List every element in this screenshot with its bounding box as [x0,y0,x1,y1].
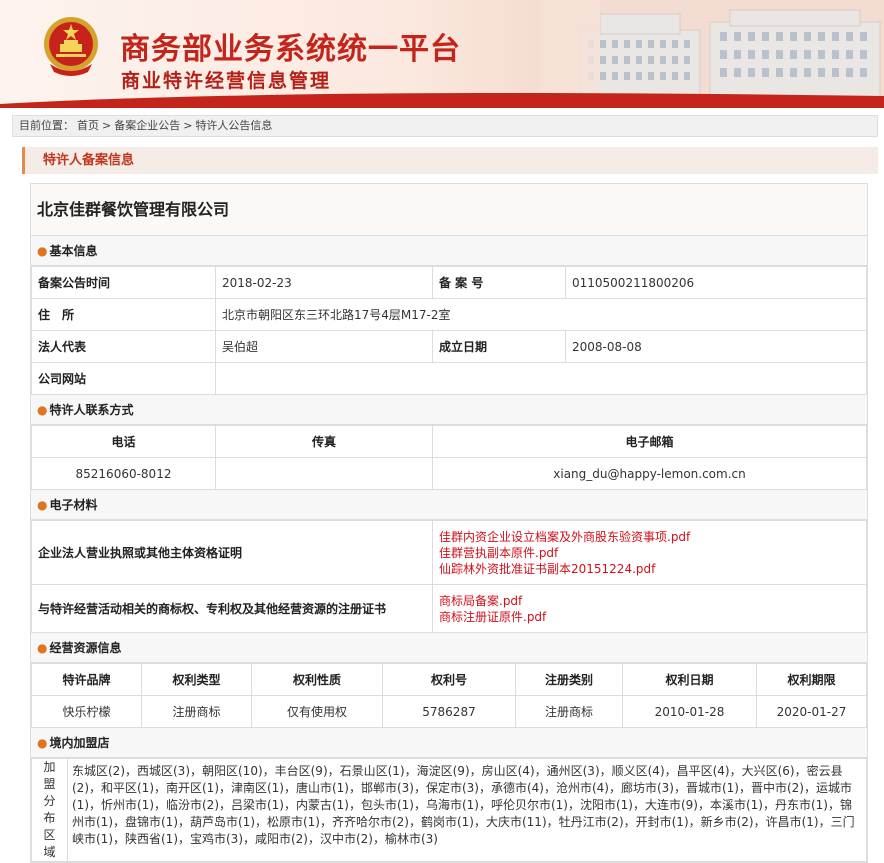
address-value: 北京市朝阳区东三环北路17号4层M17-2室 [215,298,867,331]
breadcrumb-current: 特许人公告信息 [195,119,273,132]
company-name: 北京佳群餐饮管理有限公司 [31,184,867,236]
cell-right-nature: 仅有使用权 [251,695,383,728]
basic-info-table: 备案公告时间 2018-02-23 备 案 号 0110500211800206… [31,266,867,395]
cell-brand: 快乐柠檬 [31,695,142,728]
resources-heading: ● 经营资源信息 [31,633,867,663]
breadcrumb-prefix: 目前位置： [19,119,74,132]
bullet-icon: ● [37,641,48,655]
announce-date-value: 2018-02-23 [215,266,433,299]
fax-header: 传真 [215,425,433,458]
email-header: 电子邮箱 [432,425,867,458]
materials-table: 企业法人营业执照或其他主体资格证明 佳群内资企业设立档案及外商股东验资事项.pd… [31,520,867,633]
col-right-term: 权利期限 [756,663,867,696]
file-link[interactable]: 仙踪林外资批准证书副本20151224.pdf [439,561,860,577]
file-link[interactable]: 商标局备案.pdf [439,593,860,609]
basic-info-heading: ● 基本信息 [31,236,867,266]
col-right-nature: 权利性质 [251,663,383,696]
license-label: 企业法人营业执照或其他主体资格证明 [31,520,433,585]
record-no-label: 备 案 号 [432,266,566,299]
record-no-value: 0110500211800206 [565,266,867,299]
announce-date-label: 备案公告时间 [31,266,216,299]
franchisor-info-panel: 北京佳群餐饮管理有限公司 ● 基本信息 备案公告时间 2018-02-23 备 案… [30,183,868,863]
bullet-icon: ● [37,244,48,258]
phone-value: 85216060-8012 [31,457,216,490]
legal-rep-value: 吴伯超 [215,330,433,363]
platform-title: 商务部业务系统统一平台 [120,32,461,67]
building-illustration [540,0,884,104]
breadcrumb-announcements[interactable]: 备案企业公告 [114,119,180,132]
cell-right-type: 注册商标 [141,695,252,728]
col-reg-category: 注册类别 [515,663,623,696]
website-value [215,362,867,395]
bullet-icon: ● [37,403,48,417]
trademark-files: 商标局备案.pdf 商标注册证原件.pdf [432,584,867,633]
breadcrumb-home[interactable]: 首页 [77,119,99,132]
col-right-type: 权利类型 [141,663,252,696]
website-label: 公司网站 [31,362,216,395]
domestic-stores-table: 加盟分布区域 东城区(2)，西城区(3)，朝阳区(10)，丰台区(9)，石景山区… [31,758,867,862]
cell-reg-category: 注册商标 [515,695,623,728]
fax-value [215,457,433,490]
breadcrumb: 目前位置： 首页 > 备案企业公告 > 特许人公告信息 [12,115,878,137]
cell-right-no: 5786287 [382,695,516,728]
breadcrumb-separator: > [183,119,193,132]
national-emblem-icon [44,17,98,76]
resources-table: 特许品牌 权利类型 权利性质 权利号 注册类别 权利日期 权利期限 快乐柠檬 注… [31,663,867,728]
phone-header: 电话 [31,425,216,458]
distribution-label: 加盟分布区域 [31,758,68,862]
address-label: 住 所 [31,298,216,331]
section-title: 特许人备案信息 [22,147,878,174]
license-files: 佳群内资企业设立档案及外商股东验资事项.pdf 佳群营执副本原件.pdf 仙踪林… [432,520,867,585]
email-value: xiang_du@happy-lemon.com.cn [432,457,867,490]
contact-table: 电话 传真 电子邮箱 85216060-8012 xiang_du@happy-… [31,425,867,490]
domestic-stores-heading: ● 境内加盟店 [31,728,867,758]
trademark-label: 与特许经营活动相关的商标权、专利权及其他经营资源的注册证书 [31,584,433,633]
founded-value: 2008-08-08 [565,330,867,363]
header-banner: 商务部业务系统统一平台 商业特许经营信息管理 [0,0,884,108]
distribution-areas: 东城区(2)，西城区(3)，朝阳区(10)，丰台区(9)，石景山区(1)，海淀区… [67,758,867,862]
col-right-date: 权利日期 [622,663,757,696]
founded-label: 成立日期 [432,330,566,363]
file-link[interactable]: 佳群营执副本原件.pdf [439,545,860,561]
file-link[interactable]: 佳群内资企业设立档案及外商股东验资事项.pdf [439,529,860,545]
table-row: 快乐柠檬 注册商标 仅有使用权 5786287 注册商标 2010-01-28 … [31,695,867,728]
breadcrumb-separator: > [102,119,112,132]
col-brand: 特许品牌 [31,663,142,696]
cell-right-term: 2020-01-27 [756,695,867,728]
legal-rep-label: 法人代表 [31,330,216,363]
file-link[interactable]: 商标注册证原件.pdf [439,609,860,625]
bullet-icon: ● [37,736,48,750]
materials-heading: ● 电子材料 [31,490,867,520]
col-right-no: 权利号 [382,663,516,696]
contact-heading: ● 特许人联系方式 [31,395,867,425]
platform-subtitle: 商业特许经营信息管理 [121,70,332,92]
bullet-icon: ● [37,498,48,512]
cell-right-date: 2010-01-28 [622,695,757,728]
